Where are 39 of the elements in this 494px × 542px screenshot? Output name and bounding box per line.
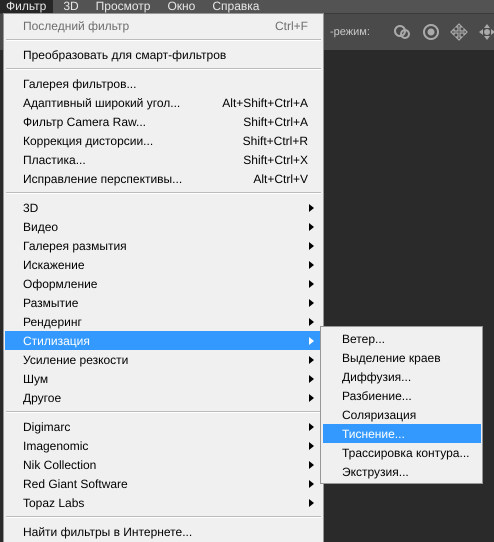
menu-item[interactable]: Исправление перспективы... Alt+Ctrl+V	[5, 169, 322, 188]
menu-item[interactable]: Преобразовать для смарт-фильтров	[5, 45, 322, 64]
move-icon[interactable]	[478, 23, 494, 41]
menu-item[interactable]: Искажение	[5, 255, 322, 274]
menu-item[interactable]: Digimarc	[5, 417, 322, 436]
menu-item[interactable]: Коррекция дисторсии... Shift+Ctrl+R	[5, 131, 322, 150]
menu-item[interactable]: Соляризация	[323, 405, 481, 424]
rotate-3d-icon[interactable]	[392, 23, 412, 41]
menu-item[interactable]: Диффузия...	[323, 367, 481, 386]
menu-bar-item[interactable]: Справка	[206, 0, 266, 13]
menu-bar-item[interactable]: 3D	[57, 0, 86, 13]
menu-bar-item[interactable]: Фильтр	[0, 0, 54, 13]
menu-item[interactable]: Topaz Labs	[5, 493, 322, 512]
menu-item[interactable]: Шум	[5, 369, 322, 388]
menu-item[interactable]: Пластика... Shift+Ctrl+X	[5, 150, 322, 169]
menu-item[interactable]: Адаптивный широкий угол... Alt+Shift+Ctrl+A	[5, 93, 322, 112]
move-icon[interactable]	[450, 23, 468, 41]
menu-item[interactable]: Фильтр Camera Raw... Shift+Ctrl+A	[5, 112, 322, 131]
menu-bar-item[interactable]: Окно	[161, 0, 202, 13]
menu-item[interactable]: Рендеринг	[5, 312, 322, 331]
menu-item[interactable]: Другое	[5, 388, 322, 407]
menu-item[interactable]: Ветер...	[323, 329, 481, 348]
menu-item[interactable]: Найти фильтры в Интернете...	[5, 522, 322, 541]
menu-item[interactable]: 3D	[5, 198, 322, 217]
menu-item[interactable]: Разбиение...	[323, 386, 481, 405]
menu-item[interactable]: Оформление	[5, 274, 322, 293]
menu-item[interactable]: Imagenomic	[5, 436, 322, 455]
menu-item[interactable]: Усиление резкости	[5, 350, 322, 369]
menu-item[interactable]: Red Giant Software	[5, 474, 322, 493]
mode-label: -режим:	[330, 26, 370, 38]
menu-bar-item[interactable]: Просмотр	[90, 0, 158, 13]
menu-item[interactable]: Галерея фильтров...	[5, 74, 322, 93]
menu-item[interactable]: Экструзия...	[323, 462, 481, 481]
menu-item[interactable]: Nik Collection	[5, 455, 322, 474]
menu-item[interactable]: Трассировка контура...	[323, 443, 481, 462]
menu-item[interactable]: Галерея размытия	[5, 236, 322, 255]
menu-item[interactable]: Выделение краев	[323, 348, 481, 367]
menu-item[interactable]: Размытие	[5, 293, 322, 312]
menu-item[interactable]: Видео	[5, 217, 322, 236]
